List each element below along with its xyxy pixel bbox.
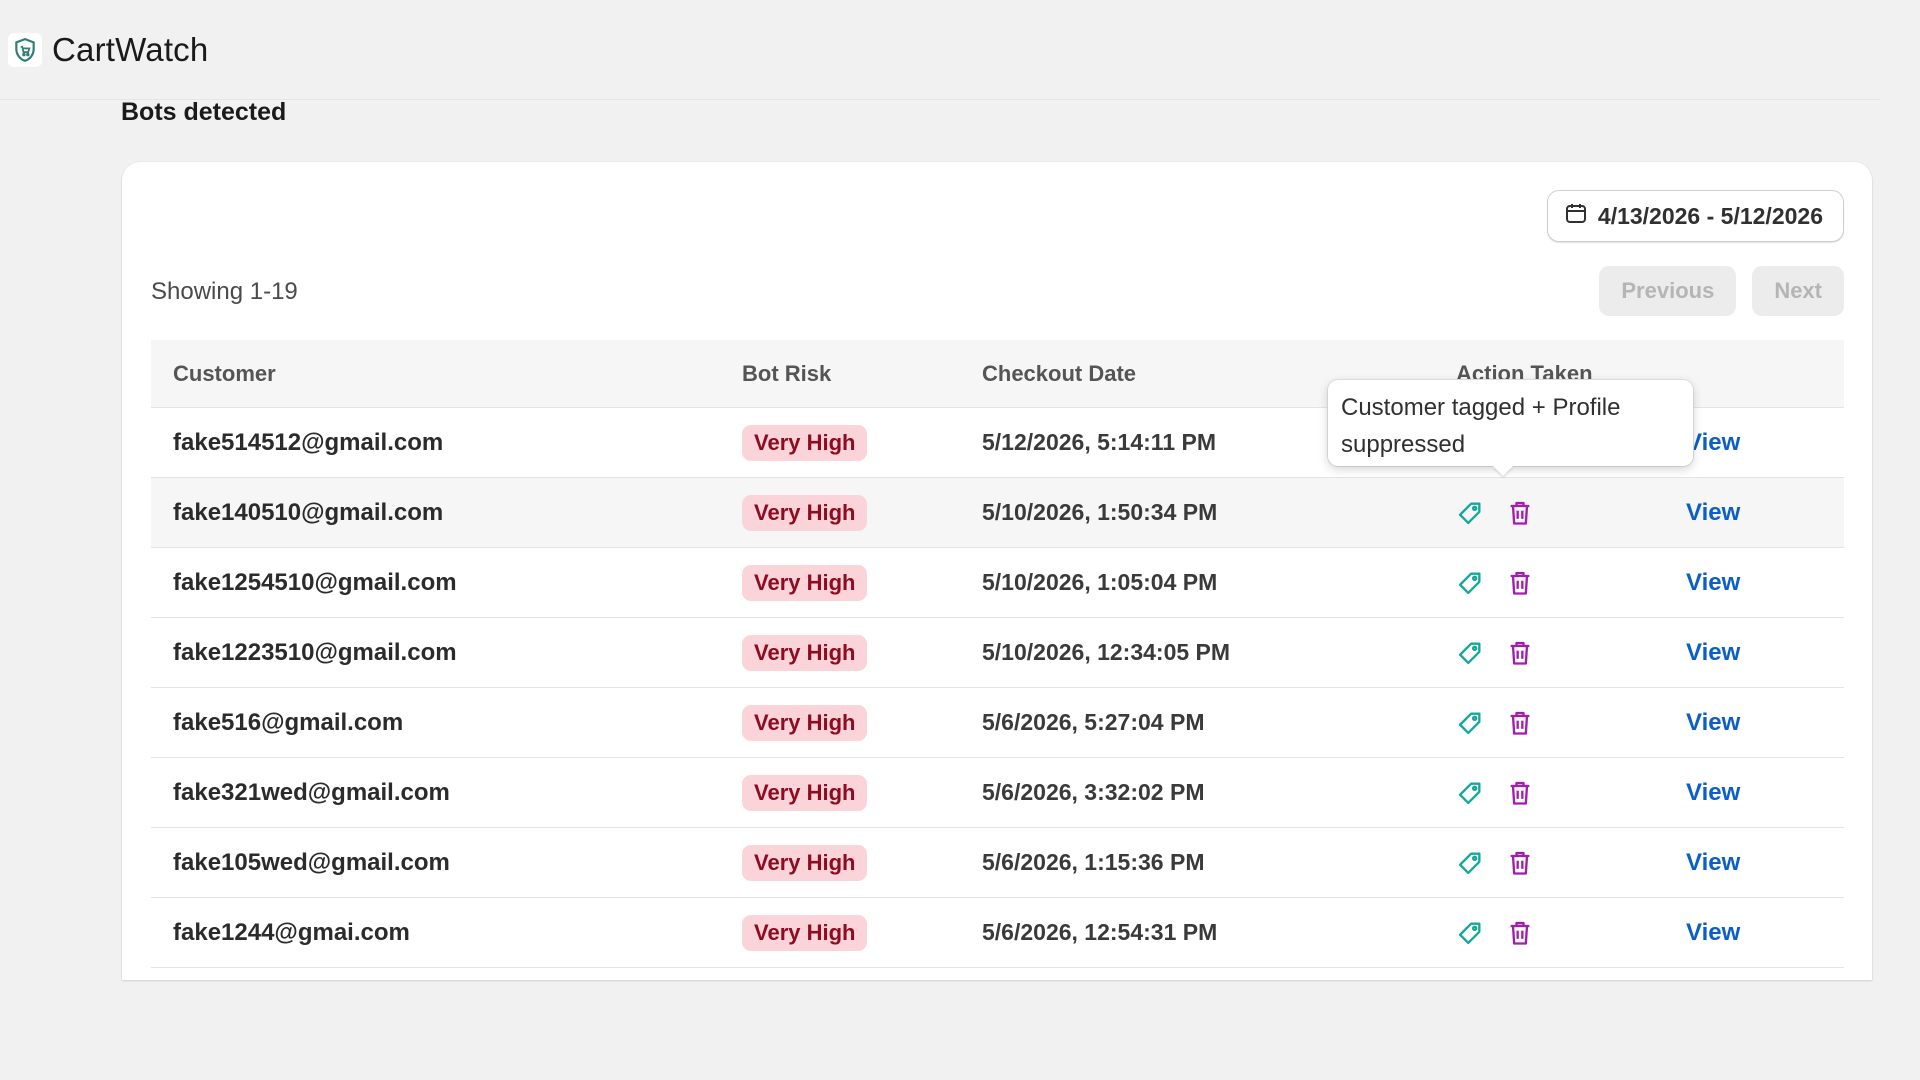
- tag-icon[interactable]: [1456, 919, 1484, 947]
- view-link[interactable]: View: [1686, 569, 1740, 596]
- bots-table-card: 4/13/2026 - 5/12/2026 Showing 1-19 Previ…: [122, 162, 1872, 980]
- view-link[interactable]: View: [1686, 499, 1740, 526]
- action-tooltip: Customer tagged + Profile suppressed: [1328, 380, 1693, 466]
- app-header: CartWatch: [0, 0, 1920, 100]
- page-title: Bots detected: [121, 98, 287, 126]
- tag-icon[interactable]: [1456, 779, 1484, 807]
- table-row: fake140510@gmail.com Very High 5/10/2026…: [151, 478, 1844, 548]
- tag-icon[interactable]: [1456, 569, 1484, 597]
- column-header-bot-risk: Bot Risk: [742, 360, 832, 386]
- column-header-customer: Customer: [173, 360, 276, 386]
- customer-email: fake1244@gmai.com: [173, 918, 410, 946]
- table-row: fake1223510@gmail.com Very High 5/10/202…: [151, 618, 1844, 688]
- checkout-date: 5/10/2026, 1:05:04 PM: [982, 568, 1218, 595]
- view-link[interactable]: View: [1686, 919, 1740, 946]
- view-link[interactable]: View: [1686, 639, 1740, 666]
- table-row: fake516@gmail.com Very High 5/6/2026, 5:…: [151, 688, 1844, 758]
- date-range-picker[interactable]: 4/13/2026 - 5/12/2026: [1546, 190, 1844, 242]
- trash-icon[interactable]: [1506, 569, 1534, 597]
- trash-icon[interactable]: [1506, 779, 1534, 807]
- trash-icon[interactable]: [1506, 639, 1534, 667]
- table-body: fake514512@gmail.com Very High 5/12/2026…: [151, 408, 1844, 968]
- customer-email: fake514512@gmail.com: [173, 428, 444, 456]
- tag-icon[interactable]: [1456, 849, 1484, 877]
- checkout-date: 5/12/2026, 5:14:11 PM: [982, 428, 1216, 455]
- action-icons: [1449, 849, 1686, 877]
- bot-risk-badge: Very High: [742, 424, 868, 461]
- checkout-date: 5/10/2026, 12:34:05 PM: [982, 638, 1231, 665]
- trash-icon[interactable]: [1506, 499, 1534, 527]
- trash-icon[interactable]: [1506, 919, 1534, 947]
- customer-email: fake321wed@gmail.com: [173, 778, 450, 806]
- table-row: fake1244@gmai.com Very High 5/6/2026, 12…: [151, 898, 1844, 968]
- action-icons: [1449, 709, 1686, 737]
- checkout-date: 5/6/2026, 12:54:31 PM: [982, 918, 1218, 945]
- checkout-date: 5/6/2026, 1:15:36 PM: [982, 848, 1205, 875]
- calendar-icon: [1564, 201, 1588, 231]
- tag-icon[interactable]: [1456, 709, 1484, 737]
- tag-icon[interactable]: [1456, 499, 1484, 527]
- checkout-date: 5/10/2026, 1:50:34 PM: [982, 498, 1218, 525]
- trash-icon[interactable]: [1506, 849, 1534, 877]
- view-link[interactable]: View: [1686, 849, 1740, 876]
- action-icons: [1449, 919, 1686, 947]
- customer-email: fake516@gmail.com: [173, 708, 404, 736]
- tag-icon[interactable]: [1456, 639, 1484, 667]
- checkout-date: 5/6/2026, 3:32:02 PM: [982, 778, 1205, 805]
- pagination: Previous Next: [1599, 266, 1844, 316]
- bot-risk-badge: Very High: [742, 844, 868, 881]
- bot-risk-badge: Very High: [742, 774, 868, 811]
- table-row: fake321wed@gmail.com Very High 5/6/2026,…: [151, 758, 1844, 828]
- previous-button[interactable]: Previous: [1599, 266, 1737, 316]
- action-icons: [1449, 569, 1686, 597]
- view-link[interactable]: View: [1686, 779, 1740, 806]
- trash-icon[interactable]: [1506, 709, 1534, 737]
- customer-email: fake1254510@gmail.com: [173, 568, 457, 596]
- bot-risk-badge: Very High: [742, 634, 868, 671]
- shield-cart-icon: [8, 33, 42, 67]
- date-range-label: 4/13/2026 - 5/12/2026: [1597, 202, 1823, 229]
- view-link[interactable]: View: [1686, 709, 1740, 736]
- view-link[interactable]: View: [1686, 429, 1740, 456]
- action-icons: [1449, 779, 1686, 807]
- bot-risk-badge: Very High: [742, 494, 868, 531]
- table-row: fake105wed@gmail.com Very High 5/6/2026,…: [151, 828, 1844, 898]
- customer-email: fake140510@gmail.com: [173, 498, 444, 526]
- bot-risk-badge: Very High: [742, 704, 868, 741]
- action-icons: [1449, 639, 1686, 667]
- checkout-date: 5/6/2026, 5:27:04 PM: [982, 708, 1205, 735]
- customer-email: fake105wed@gmail.com: [173, 848, 450, 876]
- app-title: CartWatch: [52, 31, 209, 68]
- bot-risk-badge: Very High: [742, 564, 868, 601]
- bot-risk-badge: Very High: [742, 914, 868, 951]
- action-icons: [1449, 499, 1686, 527]
- customer-email: fake1223510@gmail.com: [173, 638, 457, 666]
- next-button[interactable]: Next: [1752, 266, 1844, 316]
- showing-count: Showing 1-19: [151, 278, 298, 305]
- table-row: fake1254510@gmail.com Very High 5/10/202…: [151, 548, 1844, 618]
